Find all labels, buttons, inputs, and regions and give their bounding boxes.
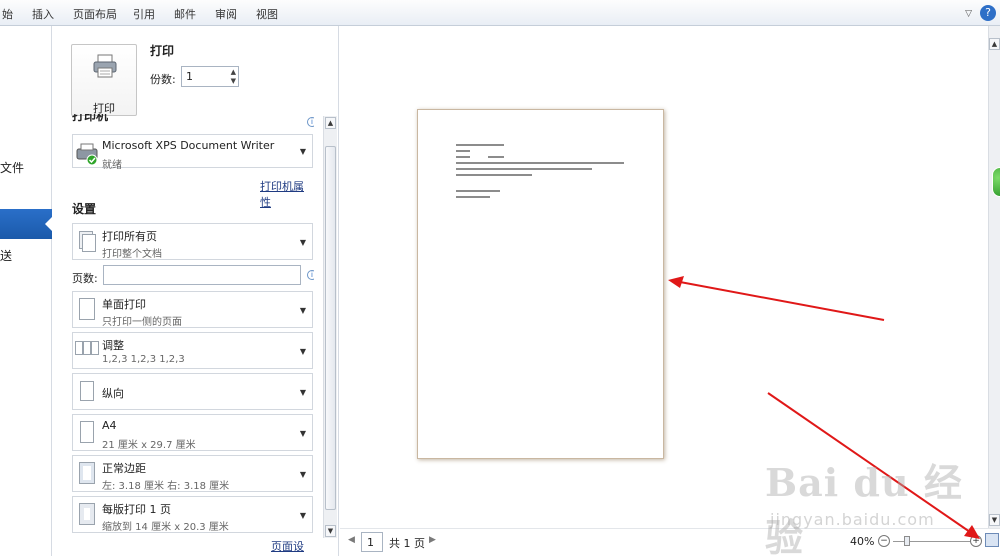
pages-per-sheet-subtitle: 缩放到 14 厘米 x 20.3 厘米 bbox=[102, 522, 229, 533]
paper-size-icon bbox=[80, 421, 94, 443]
preview-page bbox=[417, 109, 664, 459]
portrait-icon bbox=[80, 381, 94, 401]
tab-page-layout[interactable]: 页面布局 bbox=[73, 6, 117, 22]
scroll-up-icon[interactable]: ▲ bbox=[325, 117, 336, 129]
margins-dropdown[interactable]: 正常边距 左: 3.18 厘米 右: 3.18 厘米 ▼ bbox=[72, 455, 313, 492]
paper-size-dropdown[interactable]: A4 21 厘米 x 29.7 厘米 ▼ bbox=[72, 414, 313, 451]
pages-per-sheet-dropdown[interactable]: 每版打印 1 页 缩放到 14 厘米 x 20.3 厘米 ▼ bbox=[72, 496, 313, 533]
pages-info-icon[interactable]: i bbox=[307, 270, 314, 280]
printer-icon bbox=[93, 54, 117, 78]
tab-start[interactable]: 始 bbox=[2, 6, 13, 22]
orientation-title: 纵向 bbox=[102, 387, 124, 400]
tab-references[interactable]: 引用 bbox=[133, 6, 155, 22]
copies-value: 1 bbox=[186, 70, 193, 83]
tab-insert[interactable]: 插入 bbox=[32, 6, 54, 22]
margins-title: 正常边距 bbox=[102, 462, 146, 475]
pages-per-sheet-icon bbox=[79, 503, 95, 525]
floating-badge-icon[interactable] bbox=[992, 167, 1000, 197]
copies-label: 份数: bbox=[150, 73, 176, 86]
chevron-down-icon: ▼ bbox=[299, 388, 306, 397]
printer-status-icon bbox=[76, 143, 98, 166]
printer-name: Microsoft XPS Document Writer bbox=[102, 139, 275, 152]
help-icon[interactable]: ? bbox=[980, 5, 996, 21]
page-number-value: 1 bbox=[367, 536, 374, 549]
chevron-down-icon: ▼ bbox=[299, 147, 306, 156]
pages-label: 页数: bbox=[72, 272, 98, 285]
chevron-down-icon: ▼ bbox=[299, 238, 306, 247]
nav-item-send[interactable]: 送 bbox=[0, 247, 12, 264]
orientation-dropdown[interactable]: 纵向 ▼ bbox=[72, 373, 313, 410]
printer-status: 就绪 bbox=[102, 160, 122, 171]
tab-view[interactable]: 视图 bbox=[256, 6, 278, 22]
page-number-input[interactable]: 1 bbox=[361, 532, 383, 552]
tab-review[interactable]: 审阅 bbox=[215, 6, 237, 22]
preview-scroll-up-icon[interactable]: ▲ bbox=[989, 38, 1000, 50]
chevron-down-icon: ▼ bbox=[299, 511, 306, 520]
page-setup-link[interactable]: 页面设置 bbox=[271, 538, 314, 554]
sides-subtitle: 只打印一侧的页面 bbox=[102, 317, 182, 328]
chevron-down-icon: ▼ bbox=[299, 429, 306, 438]
collate-title: 调整 bbox=[102, 339, 124, 352]
print-title: 打印 bbox=[150, 44, 175, 58]
copies-spin-icon[interactable]: ▲ ▼ bbox=[231, 68, 236, 86]
settings-title: 设置 bbox=[72, 202, 97, 216]
tab-mailings[interactable]: 邮件 bbox=[174, 6, 196, 22]
pages-input[interactable] bbox=[103, 265, 301, 285]
print-button[interactable]: 打印 bbox=[71, 44, 137, 116]
sides-title: 单面打印 bbox=[102, 298, 146, 311]
ribbon-tab-strip: 始 插入 页面布局 引用 邮件 审阅 视图 ▽ ? bbox=[0, 0, 1000, 26]
next-page-icon[interactable]: ▶ bbox=[429, 535, 436, 545]
collate-dropdown[interactable]: 调整 1,2,3 1,2,3 1,2,3 ▼ bbox=[72, 332, 313, 369]
sides-dropdown[interactable]: 单面打印 只打印一侧的页面 ▼ bbox=[72, 291, 313, 328]
printer-dropdown[interactable]: Microsoft XPS Document Writer 就绪 ▼ bbox=[72, 134, 313, 171]
chevron-down-icon: ▼ bbox=[299, 306, 306, 315]
pages-per-sheet-title: 每版打印 1 页 bbox=[102, 503, 171, 516]
collate-subtitle: 1,2,3 1,2,3 1,2,3 bbox=[102, 354, 185, 365]
page-total: 共 1 页 bbox=[389, 537, 425, 550]
scroll-thumb[interactable] bbox=[325, 146, 336, 510]
one-sided-icon bbox=[79, 298, 95, 320]
paper-size-title: A4 bbox=[102, 419, 117, 432]
chevron-down-icon: ▼ bbox=[299, 347, 306, 356]
chevron-down-icon: ▼ bbox=[299, 470, 306, 479]
baidu-watermark: Bai du 经验 bbox=[765, 460, 963, 556]
printer-info-icon[interactable]: i bbox=[307, 117, 314, 127]
collate-icon bbox=[75, 341, 83, 355]
paper-size-subtitle: 21 厘米 x 29.7 厘米 bbox=[102, 440, 196, 451]
scroll-down-icon[interactable]: ▼ bbox=[325, 525, 336, 537]
printer-properties-link[interactable]: 打印机属性 bbox=[260, 178, 314, 210]
copies-stepper[interactable]: 1 ▲ ▼ bbox=[181, 66, 239, 87]
margins-icon bbox=[79, 462, 95, 484]
printer-section-title: 打印机 bbox=[72, 114, 109, 123]
print-range-title: 打印所有页 bbox=[102, 230, 157, 243]
print-range-subtitle: 打印整个文档 bbox=[102, 249, 162, 260]
settings-scrollbar[interactable]: ▲ ▼ bbox=[323, 116, 337, 538]
backstage-nav: 文件 送 bbox=[0, 26, 53, 556]
nav-item-file[interactable]: 文件 bbox=[0, 159, 24, 176]
settings-scroll-area: 打印机 i Microsoft XPS Document Writer 就绪 ▼… bbox=[71, 114, 314, 554]
margins-subtitle: 左: 3.18 厘米 右: 3.18 厘米 bbox=[102, 481, 230, 492]
prev-page-icon[interactable]: ◀ bbox=[348, 535, 355, 545]
baidu-watermark-url: jingyan.baidu.com bbox=[770, 510, 935, 529]
print-range-dropdown[interactable]: 打印所有页 打印整个文档 ▼ bbox=[72, 223, 313, 260]
print-settings-panel: 打印 打印 份数: 1 ▲ ▼ 打印机 i Microsoft XPS Docum… bbox=[52, 26, 339, 556]
ribbon-collapse-icon[interactable]: ▽ bbox=[965, 9, 972, 19]
nav-item-print-selected[interactable] bbox=[0, 209, 53, 239]
